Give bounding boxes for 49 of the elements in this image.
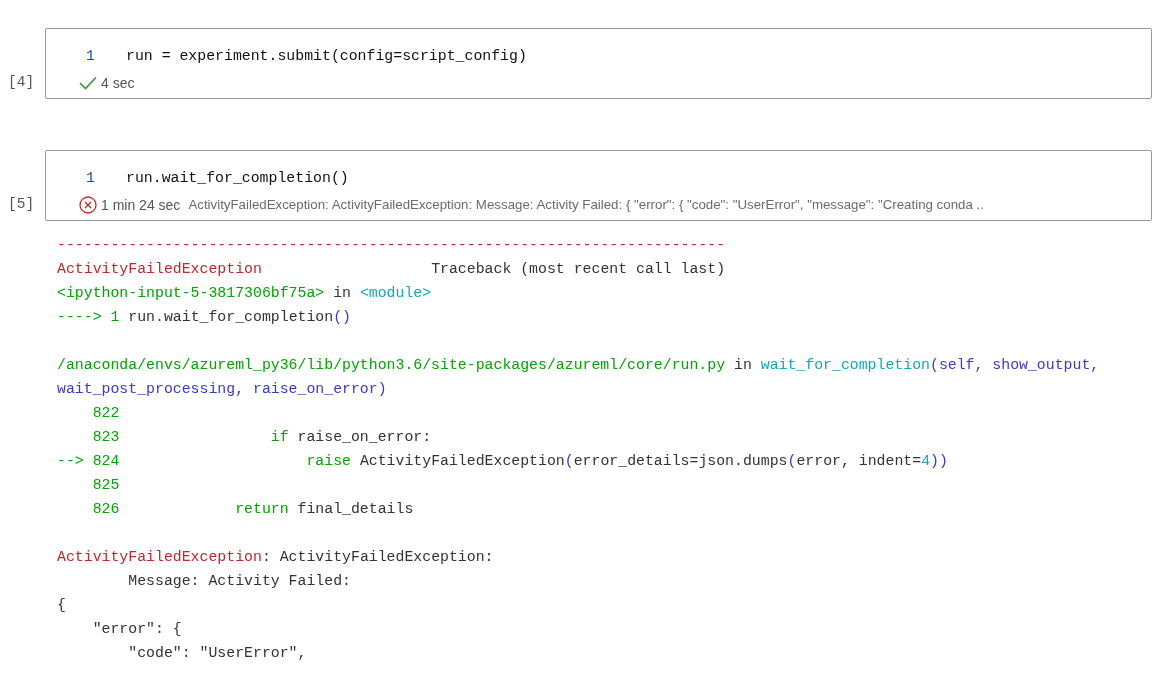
- execution-time: 4 sec: [101, 73, 135, 93]
- error-icon: [79, 196, 97, 214]
- code-cell[interactable]: 1 run = experiment.submit(config=script_config) 4 sec: [45, 28, 1152, 99]
- output-text: .: [155, 309, 164, 325]
- output-text: in: [332, 285, 352, 301]
- output-text: in: [733, 357, 753, 373]
- output-text: error_details=json.dumps: [573, 453, 788, 469]
- output-text: (self, show_output,: [929, 357, 1100, 373]
- output-text: ---------------------------------------------------------------------------: [57, 237, 726, 253]
- output-text: (: [564, 453, 574, 469]
- line-number: 1: [86, 46, 96, 66]
- code-line: run = experiment.submit(config=script_config): [126, 46, 527, 66]
- output-text: run: [128, 309, 155, 325]
- output-text: ActivityFailedException: [358, 453, 565, 469]
- output-text: --> 824 raise: [57, 453, 351, 469]
- output-text: )): [930, 453, 948, 469]
- code-cell[interactable]: 1 run.wait_for_completion() 1 min 24 sec ActivityFailedException: ActivityFailedException: Message: Activity Failed: { "error": { "code": "UserError", "message": "Creating conda ..: [45, 150, 1152, 221]
- output-text: error, indent=: [796, 453, 922, 469]
- output-text: : ActivityFailedException:: [261, 549, 494, 565]
- output-text: /anaconda/envs/azureml_py36/lib/python3.6/site-packages/azureml/core/run.py: [57, 357, 726, 373]
- output-text: wait_for_completion: [163, 309, 334, 325]
- output-text: 826 return: [91, 501, 289, 517]
- output-text: Message: Activity Failed:: [127, 573, 351, 589]
- output-text: <module>: [359, 285, 432, 301]
- output-text: (): [333, 309, 351, 325]
- output-text: ActivityFailedException: [57, 261, 262, 277]
- cell-prompt: [5]: [8, 196, 35, 213]
- output-text: {: [57, 597, 66, 613]
- execution-time: 1 min 24 sec: [101, 195, 181, 215]
- output-text: ----> 1: [57, 309, 121, 325]
- output-text: wait_for_completion: [760, 357, 930, 373]
- output-text: "code": "UserError",: [127, 645, 307, 661]
- output-text: 822: [91, 405, 120, 421]
- output-text: final_details: [296, 501, 414, 517]
- output-text: Traceback (most recent call last): [430, 261, 726, 277]
- output-text: 4: [921, 453, 931, 469]
- output-text: "error": {: [91, 621, 182, 637]
- output-text: <ipython-input-5-3817306bf75a>: [57, 285, 325, 301]
- output-text: ActivityFailedException: [57, 549, 262, 565]
- output-text: wait_post_processing, raise_on_error): [57, 381, 387, 397]
- code-line: run.wait_for_completion(): [126, 168, 349, 188]
- line-number: 1: [86, 168, 96, 188]
- checkmark-icon: [79, 76, 97, 90]
- output-text: raise_on_error:: [296, 429, 432, 445]
- output-text: (: [787, 453, 797, 469]
- output-text: 825: [91, 477, 120, 493]
- output-text: 823 if: [91, 429, 289, 445]
- cell-prompt: [4]: [8, 74, 35, 91]
- error-summary: ActivityFailedException: ActivityFailedException: Message: Activity Failed: { "error": { "code": "UserError", "message": "Creating conda ..: [188, 196, 984, 215]
